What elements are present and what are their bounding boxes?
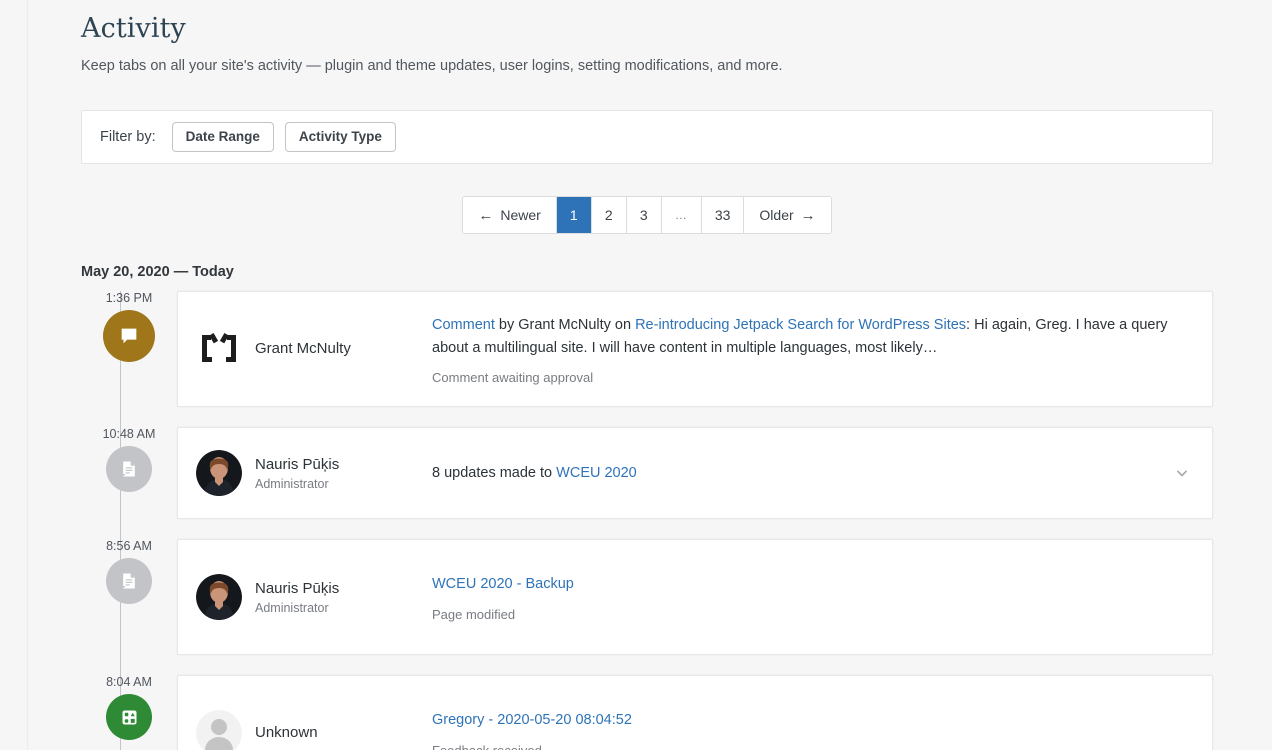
activity-description: Comment by Grant McNulty on Re-introduci…	[432, 314, 1192, 360]
activity-body: WCEU 2020 - Backup Page modified	[432, 572, 1192, 622]
activity-status: Page modified	[432, 606, 516, 622]
activity-time: 8:04 AM	[106, 675, 152, 690]
arrow-left-icon: ←	[478, 206, 494, 224]
pagination-newer-label: Newer	[500, 207, 541, 224]
user-photo-icon	[196, 574, 242, 621]
comment-icon	[121, 328, 137, 344]
activity-row: 8:04 AM Unknown Gregory - 2020-05-20 08:…	[81, 675, 1213, 750]
pagination-page-3[interactable]: 3	[626, 197, 662, 234]
actor-text: Unknown	[255, 723, 318, 743]
activity-time: 1:36 PM	[105, 291, 153, 306]
avatar-photo	[196, 450, 242, 497]
activity-description: WCEU 2020 - Backup	[432, 573, 1192, 596]
activity-row: 10:48 AM Nauris Pūķis Administrator 8 up…	[81, 427, 1213, 520]
activity-time: 8:56 AM	[106, 539, 152, 554]
activity-content: Activity Keep tabs on all your site's ac…	[81, 0, 1213, 750]
actor-text: Grant McNulty	[255, 339, 351, 359]
activity-card[interactable]: Nauris Pūķis Administrator 8 updates mad…	[177, 427, 1213, 520]
timeline-marker: 8:04 AM	[81, 675, 177, 741]
expand-toggle[interactable]	[1172, 463, 1192, 483]
activity-badge-comment	[103, 310, 155, 363]
activity-page: Activity Keep tabs on all your site's ac…	[0, 0, 1272, 750]
activity-text-segment: by Grant McNulty on	[494, 316, 636, 333]
arrow-right-icon: →	[800, 206, 816, 224]
filter-by-label: Filter by:	[100, 129, 156, 146]
activity-actor: Unknown	[196, 710, 432, 750]
activity-status: Feedback received	[432, 743, 1192, 750]
actor-text: Nauris Pūķis Administrator	[255, 455, 339, 491]
avatar-photo	[196, 574, 242, 621]
timeline-marker: 1:36 PM	[81, 291, 177, 363]
activity-body: Gregory - 2020-05-20 08:04:52 Feedback r…	[432, 708, 1192, 750]
activity-badge-page	[106, 446, 152, 493]
actor-role: Administrator	[255, 600, 329, 615]
actor-name: Grant McNulty	[255, 340, 351, 358]
identicon-icon	[202, 333, 236, 363]
activity-row: 8:56 AM Nauris Pūķis Administrator WCEU …	[81, 539, 1213, 656]
page-title: Activity	[81, 13, 186, 44]
activity-date-header: May 20, 2020 — Today	[81, 264, 234, 281]
comment-link[interactable]: Comment	[432, 317, 495, 333]
avatar-identicon	[196, 326, 242, 372]
user-photo-icon	[196, 450, 242, 497]
activity-actor: Grant McNulty	[196, 326, 432, 372]
activity-description: 8 updates made to WCEU 2020	[432, 462, 1158, 485]
activity-body: 8 updates made to WCEU 2020	[432, 461, 1158, 485]
activity-text-segment: 8 updates made to	[432, 465, 557, 482]
page-subtitle: Keep tabs on all your site's activity — …	[81, 58, 783, 74]
feedback-icon	[122, 710, 136, 725]
post-title-link[interactable]: Re-introducing Jetpack Search for WordPr…	[635, 317, 966, 333]
timeline-marker: 8:56 AM	[81, 539, 177, 605]
activity-row: 1:36 PM Grant McNulty Comment by Grant M…	[81, 291, 1213, 408]
pagination-wrapper: ← Newer 1 2 3 … 33 Older →	[81, 196, 1213, 235]
activity-card[interactable]: Grant McNulty Comment by Grant McNulty o…	[177, 291, 1213, 408]
activity-card[interactable]: Nauris Pūķis Administrator WCEU 2020 - B…	[177, 539, 1213, 656]
actor-name: Nauris Pūķis	[255, 456, 340, 474]
pagination: ← Newer 1 2 3 … 33 Older →	[462, 196, 832, 235]
pagination-page-2[interactable]: 2	[591, 197, 627, 234]
page-gutter-divider	[27, 0, 28, 750]
pagination-page-1[interactable]: 1	[556, 197, 592, 234]
pagination-newer-button[interactable]: ← Newer	[463, 197, 557, 234]
activity-card[interactable]: Unknown Gregory - 2020-05-20 08:04:52 Fe…	[177, 675, 1213, 750]
activity-status: Comment awaiting approval	[432, 370, 594, 386]
date-range-filter-button[interactable]: Date Range	[171, 121, 274, 153]
activity-badge-feedback	[106, 694, 152, 741]
activity-target-link[interactable]: WCEU 2020 - Backup	[432, 576, 574, 592]
chevron-down-icon	[1177, 470, 1187, 477]
page-icon	[123, 461, 135, 477]
activity-actor: Nauris Pūķis Administrator	[196, 574, 432, 621]
page-icon	[123, 573, 135, 589]
activity-badge-page	[106, 558, 152, 605]
timeline-marker: 10:48 AM	[81, 427, 177, 493]
actor-name: Nauris Pūķis	[255, 580, 340, 598]
avatar-unknown	[196, 710, 242, 750]
activity-description: Gregory - 2020-05-20 08:04:52	[432, 709, 1192, 732]
pagination-page-33[interactable]: 33	[701, 197, 745, 234]
user-placeholder-icon	[196, 710, 242, 750]
activity-type-filter-button[interactable]: Activity Type	[284, 121, 396, 153]
pagination-older-button[interactable]: Older →	[744, 197, 831, 234]
activity-target-link[interactable]: Gregory - 2020-05-20 08:04:52	[432, 712, 632, 728]
pagination-older-label: Older	[759, 207, 794, 224]
activity-timeline: 1:36 PM Grant McNulty Comment by Grant M…	[81, 291, 1213, 750]
activity-actor: Nauris Pūķis Administrator	[196, 450, 432, 497]
actor-role: Administrator	[255, 476, 329, 491]
actor-name: Unknown	[255, 724, 318, 742]
activity-body: Comment by Grant McNulty on Re-introduci…	[432, 313, 1192, 386]
filter-bar: Filter by: Date Range Activity Type	[81, 110, 1213, 165]
activity-target-link[interactable]: WCEU 2020	[556, 465, 637, 481]
actor-text: Nauris Pūķis Administrator	[255, 579, 339, 615]
pagination-ellipsis: …	[661, 197, 702, 234]
activity-time: 10:48 AM	[102, 427, 156, 442]
